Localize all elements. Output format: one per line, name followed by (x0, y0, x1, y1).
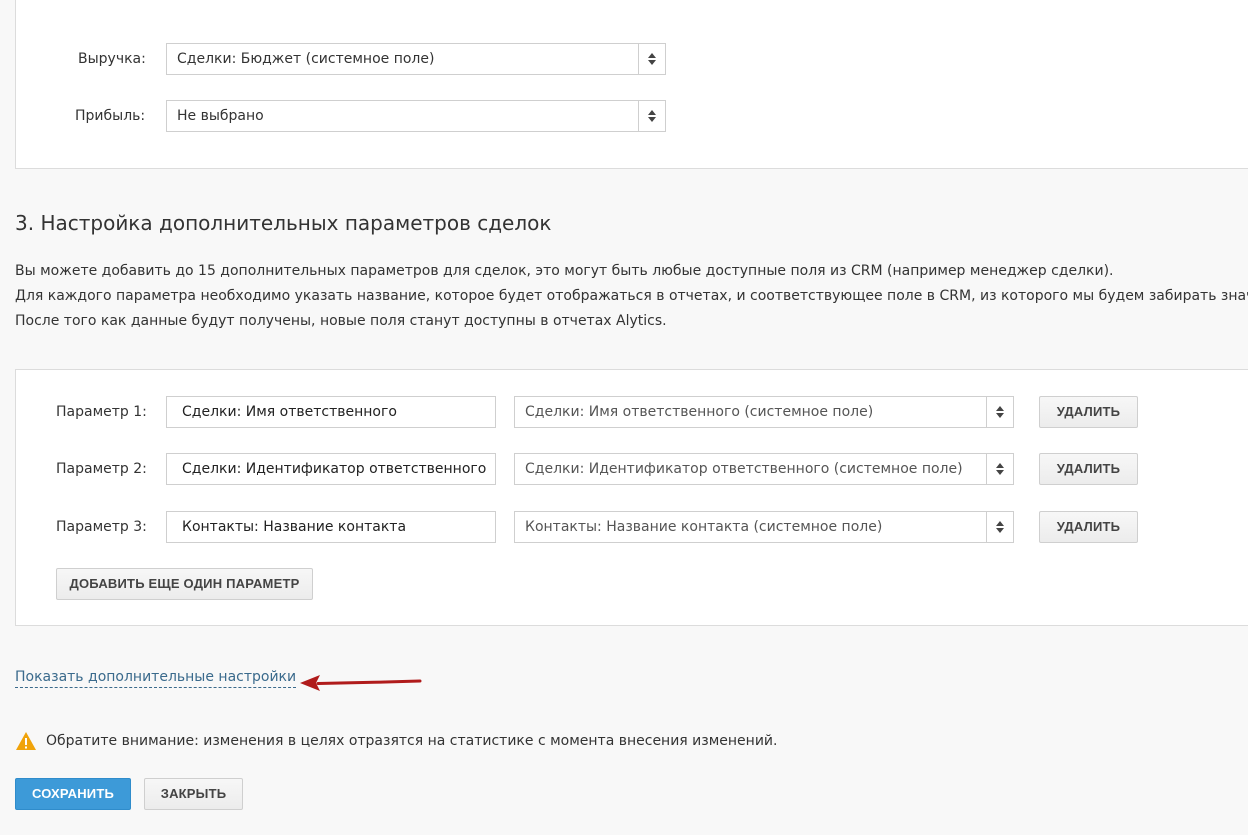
add-param-button[interactable]: ДОБАВИТЬ ЕЩЕ ОДИН ПАРАМЕТР (56, 568, 313, 600)
param-field-select[interactable]: Сделки: Идентификатор ответственного (си… (514, 453, 1014, 485)
param-field-value: Сделки: Идентификатор ответственного (си… (525, 461, 963, 477)
param-field-select[interactable]: Сделки: Имя ответственного (системное по… (514, 396, 1014, 428)
description-line: Для каждого параметра необходимо указать… (15, 288, 1248, 304)
warning-icon (16, 732, 36, 750)
param-name-input[interactable]: Контакты: Название контакта (166, 511, 496, 543)
param-label: Параметр 3: (56, 519, 147, 535)
revenue-select[interactable]: Сделки: Бюджет (системное поле) (166, 43, 666, 75)
delete-param-button[interactable]: УДАЛИТЬ (1039, 396, 1138, 428)
notice-text: Обратите внимание: изменения в целях отр… (46, 733, 778, 749)
select-arrows-icon (986, 397, 1013, 427)
section-description: Вы можете добавить до 15 дополнительных … (15, 259, 1248, 334)
goals-panel: Выручка: Сделки: Бюджет (системное поле)… (15, 0, 1248, 169)
params-panel: Параметр 1: Сделки: Имя ответственного С… (15, 369, 1248, 626)
profit-select-value: Не выбрано (177, 108, 264, 124)
delete-param-button[interactable]: УДАЛИТЬ (1039, 511, 1138, 543)
select-arrows-icon (638, 101, 665, 131)
profit-select[interactable]: Не выбрано (166, 100, 666, 132)
select-arrows-icon (986, 512, 1013, 542)
description-line: После того как данные будут получены, но… (15, 313, 667, 329)
description-line: Вы можете добавить до 15 дополнительных … (15, 263, 1114, 279)
param-name-input[interactable]: Сделки: Имя ответственного (166, 396, 496, 428)
profit-label: Прибыль: (75, 108, 146, 124)
param-field-value: Контакты: Название контакта (системное п… (525, 519, 883, 535)
annotation-arrow-icon (300, 675, 422, 691)
close-button[interactable]: ЗАКРЫТЬ (144, 778, 243, 810)
param-label: Параметр 2: (56, 461, 147, 477)
param-field-select[interactable]: Контакты: Название контакта (системное п… (514, 511, 1014, 543)
delete-param-button[interactable]: УДАЛИТЬ (1039, 453, 1138, 485)
select-arrows-icon (638, 44, 665, 74)
select-arrows-icon (986, 454, 1013, 484)
revenue-label: Выручка: (78, 51, 146, 67)
param-field-value: Сделки: Имя ответственного (системное по… (525, 404, 874, 420)
param-label: Параметр 1: (56, 404, 147, 420)
save-button[interactable]: СОХРАНИТЬ (15, 778, 131, 810)
revenue-select-value: Сделки: Бюджет (системное поле) (177, 51, 435, 67)
show-more-settings-link[interactable]: Показать дополнительные настройки (15, 667, 297, 688)
section-title: 3. Настройка дополнительных параметров с… (15, 211, 552, 235)
param-name-input[interactable]: Сделки: Идентификатор ответственного (166, 453, 496, 485)
